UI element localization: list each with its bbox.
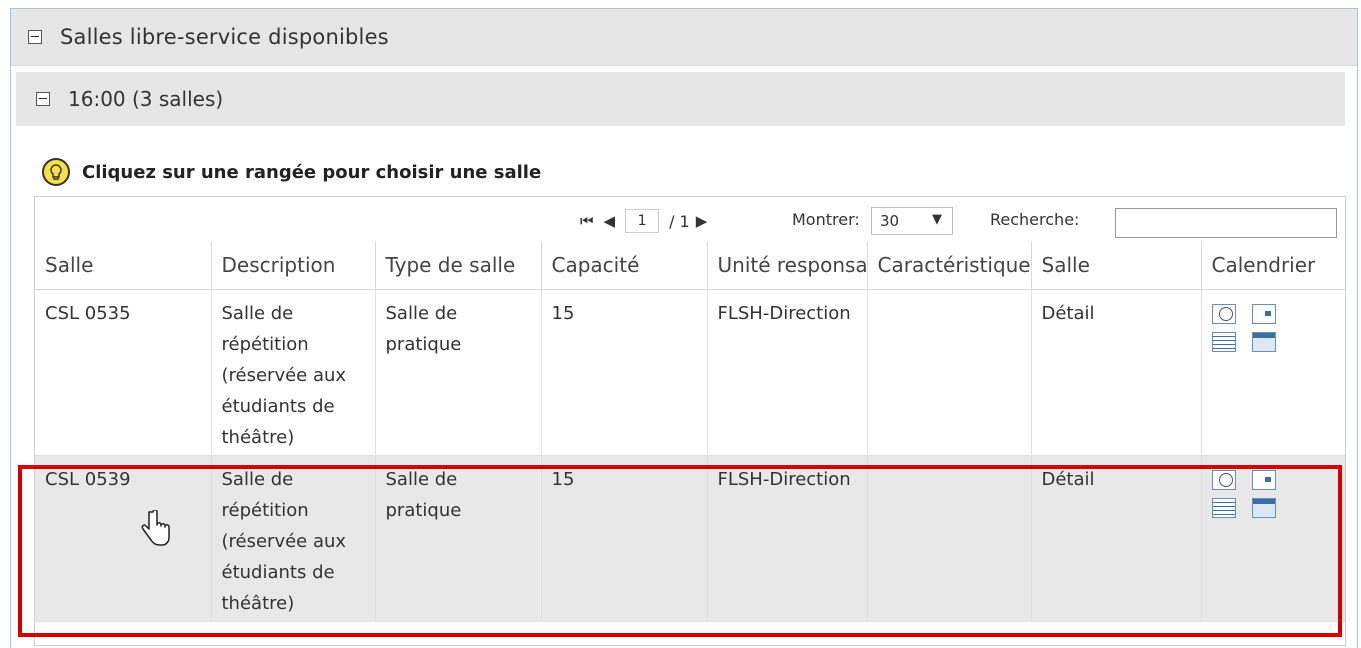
cell-calendar bbox=[1201, 289, 1345, 456]
collapse-panel-icon[interactable] bbox=[28, 30, 42, 44]
day-calendar-icon[interactable] bbox=[1251, 304, 1276, 324]
cell-detail-link[interactable]: Détail bbox=[1031, 289, 1202, 456]
column-header[interactable]: Caractéristiques bbox=[867, 241, 1032, 290]
page-input[interactable]: 1 bbox=[625, 209, 660, 233]
page-size-select[interactable]: 30 ▼ bbox=[871, 207, 953, 235]
column-header[interactable]: Type de salle bbox=[375, 241, 542, 290]
grid-toolbar: ⏮ ◀ 1 / 1 ▶ Montrer: 30 ▼ Recherche: bbox=[35, 197, 1345, 241]
month-calendar-icon[interactable] bbox=[1251, 498, 1276, 518]
cell-salle: CSL 0535 bbox=[35, 289, 212, 456]
cell-description: Salle de répétition (réservée aux étudia… bbox=[211, 455, 376, 622]
month-calendar-icon[interactable] bbox=[1251, 332, 1276, 352]
next-page-icon[interactable]: ▶ bbox=[696, 212, 708, 230]
panel-header[interactable]: Salles libre-service disponibles bbox=[11, 9, 1357, 66]
first-page-icon[interactable]: ⏮ bbox=[580, 212, 594, 230]
cell-caracteristiques bbox=[867, 455, 1032, 622]
cell-detail-link[interactable]: Détail bbox=[1031, 455, 1202, 622]
dropdown-arrow-icon: ▼ bbox=[932, 212, 942, 227]
cell-salle: CSL 0539 bbox=[35, 455, 212, 622]
column-header[interactable]: Description bbox=[211, 241, 376, 290]
table-row[interactable]: CSL 0539 Salle de répétition (réservée a… bbox=[35, 455, 1345, 622]
clock-calendar-icon[interactable] bbox=[1211, 304, 1236, 324]
column-header[interactable]: Salle bbox=[35, 241, 212, 290]
page-total: / 1 bbox=[669, 211, 690, 231]
week-calendar-icon[interactable] bbox=[1211, 498, 1236, 518]
hint: Cliquez sur une rangée pour choisir une … bbox=[42, 158, 541, 186]
column-header[interactable]: Salle bbox=[1031, 241, 1202, 290]
rooms-table: Salle Description Type de salle Capacité… bbox=[35, 241, 1345, 622]
pager: ⏮ ◀ 1 / 1 ▶ bbox=[580, 209, 717, 233]
cell-calendar bbox=[1201, 455, 1345, 622]
clock-calendar-icon[interactable] bbox=[1211, 470, 1236, 490]
cell-unite: FLSH-Direction bbox=[707, 455, 868, 622]
hint-text: Cliquez sur une rangée pour choisir une … bbox=[82, 161, 542, 183]
collapse-group-icon[interactable] bbox=[36, 92, 50, 106]
column-header[interactable]: Calendrier bbox=[1201, 241, 1345, 290]
cell-capacite: 15 bbox=[541, 455, 708, 622]
prev-page-icon[interactable]: ◀ bbox=[604, 212, 616, 230]
rooms-grid: ⏮ ◀ 1 / 1 ▶ Montrer: 30 ▼ Recherche: Sal… bbox=[34, 196, 1346, 646]
day-calendar-icon[interactable] bbox=[1251, 470, 1276, 490]
column-header[interactable]: Capacité bbox=[541, 241, 708, 290]
cell-type: Salle de pratique bbox=[375, 455, 542, 622]
cell-caracteristiques bbox=[867, 289, 1032, 456]
cell-description: Salle de répétition (réservée aux étudia… bbox=[211, 289, 376, 456]
time-group-header[interactable]: 16:00 (3 salles) bbox=[16, 72, 1345, 126]
time-group-title: 16:00 (3 salles) bbox=[68, 87, 224, 111]
week-calendar-icon[interactable] bbox=[1211, 332, 1236, 352]
cell-capacite: 15 bbox=[541, 289, 708, 456]
page-size-value: 30 bbox=[880, 212, 900, 230]
panel-title: Salles libre-service disponibles bbox=[60, 25, 389, 49]
search-label: Recherche: bbox=[990, 210, 1080, 229]
cell-type: Salle de pratique bbox=[375, 289, 542, 456]
column-header[interactable]: Unité responsable bbox=[707, 241, 868, 290]
show-label: Montrer: bbox=[792, 210, 860, 229]
cell-unite: FLSH-Direction bbox=[707, 289, 868, 456]
table-header-row: Salle Description Type de salle Capacité… bbox=[35, 241, 1345, 290]
search-input[interactable] bbox=[1115, 208, 1337, 238]
lightbulb-icon bbox=[42, 158, 70, 186]
table-row[interactable]: CSL 0535 Salle de répétition (réservée a… bbox=[35, 289, 1345, 456]
